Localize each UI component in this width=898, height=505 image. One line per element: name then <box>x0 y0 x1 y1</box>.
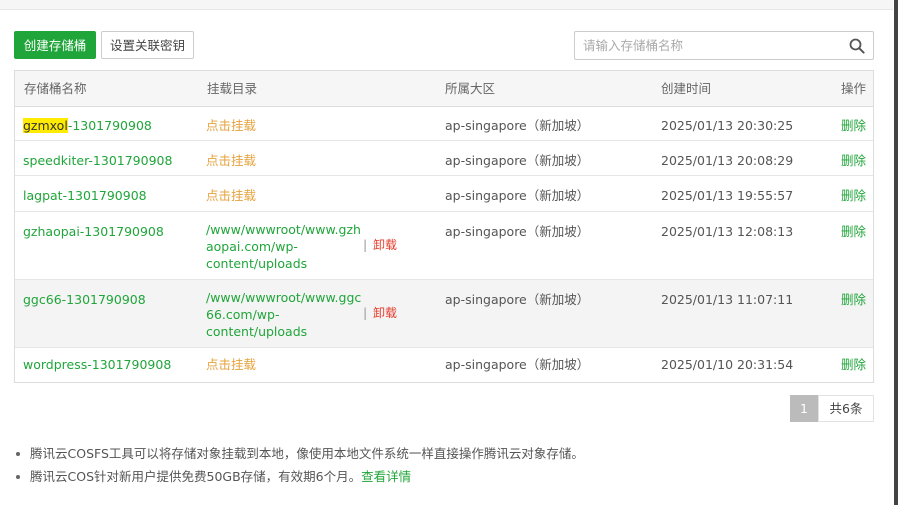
mount-path-line: aopai.com/wp- <box>206 239 298 254</box>
mount-path-line: /www/wwwroot/www.ggc <box>206 290 362 305</box>
bullet-icon <box>16 452 20 456</box>
mount-path: /www/wwwroot/www.ggc 66.com/wp- content/… <box>206 289 361 340</box>
bucket-name[interactable]: speedkiter-1301790908 <box>23 152 172 170</box>
table-row: speedkiter-1301790908 点击挂载 ap-singapore（… <box>15 141 873 176</box>
mount-link[interactable]: 点击挂载 <box>206 117 256 135</box>
table-header: 存储桶名称 挂载目录 所属大区 创建时间 操作 <box>15 71 873 107</box>
region-text: ap-singapore（新加坡） <box>445 118 590 133</box>
header-created: 创建时间 <box>661 81 712 96</box>
mount-path-line: content/uploads <box>206 324 308 339</box>
unmount-link[interactable]: 卸载 <box>373 304 397 322</box>
bucket-name[interactable]: wordpress-1301790908 <box>23 356 171 374</box>
bucket-name-suffix: -1301790908 <box>67 118 152 133</box>
created-time: 2025/01/13 20:30:25 <box>661 118 794 133</box>
region-text: ap-singapore（新加坡） <box>445 292 590 307</box>
mount-path-line: /www/wwwroot/www.gzh <box>206 222 361 237</box>
unmount-link[interactable]: 卸载 <box>373 236 397 254</box>
table-row: wordpress-1301790908 点击挂载 ap-singapore（新… <box>15 348 873 382</box>
search-box <box>574 31 874 60</box>
tip-item: 腾讯云COSFS工具可以将存储对象挂载到本地，像使用本地文件系统一样直接操作腾讯… <box>14 444 584 467</box>
delete-link[interactable]: 删除 <box>841 187 866 205</box>
mount-link[interactable]: 点击挂载 <box>206 187 256 205</box>
created-time: 2025/01/13 19:55:57 <box>661 188 794 203</box>
delete-link[interactable]: 删除 <box>841 356 866 374</box>
header-region: 所属大区 <box>445 81 496 96</box>
mount-link[interactable]: 点击挂载 <box>206 152 256 170</box>
bucket-name[interactable]: gzhaopai-1301790908 <box>23 223 164 241</box>
mount-path: /www/wwwroot/www.gzh aopai.com/wp- conte… <box>206 221 361 272</box>
table-row: gzhaopai-1301790908 /www/wwwroot/www.gzh… <box>15 212 873 280</box>
table-row: gzmxol-1301790908 点击挂载 ap-singapore（新加坡）… <box>15 106 873 141</box>
page-current[interactable]: 1 <box>790 395 818 422</box>
tips-list: 腾讯云COSFS工具可以将存储对象挂载到本地，像使用本地文件系统一样直接操作腾讯… <box>14 444 584 490</box>
created-time: 2025/01/10 20:31:54 <box>661 357 794 372</box>
bucket-name[interactable]: lagpat-1301790908 <box>23 187 147 205</box>
search-input[interactable] <box>575 32 840 59</box>
created-time: 2025/01/13 20:08:29 <box>661 153 794 168</box>
page-total: 共6条 <box>818 395 874 422</box>
search-icon[interactable] <box>849 38 865 54</box>
bullet-icon <box>16 475 20 479</box>
region-text: ap-singapore（新加坡） <box>445 224 590 239</box>
mount-link[interactable]: 点击挂载 <box>206 356 256 374</box>
delete-link[interactable]: 删除 <box>841 117 866 135</box>
tip-text: 腾讯云COSFS工具可以将存储对象挂载到本地，像使用本地文件系统一样直接操作腾讯… <box>30 446 584 461</box>
header-mount: 挂载目录 <box>207 81 258 96</box>
scrollbar[interactable] <box>894 0 898 505</box>
created-time: 2025/01/13 12:08:13 <box>661 224 794 239</box>
table-row: ggc66-1301790908 /www/wwwroot/www.ggc 66… <box>15 280 873 348</box>
created-time: 2025/01/13 11:07:11 <box>661 292 794 307</box>
top-bar <box>0 0 893 10</box>
tip-item: 腾讯云COS针对新用户提供免费50GB存储，有效期6个月。查看详情 <box>14 467 584 490</box>
delete-link[interactable]: 删除 <box>841 152 866 170</box>
delete-link[interactable]: 删除 <box>841 291 866 309</box>
mount-path-line: content/uploads <box>206 256 308 271</box>
create-bucket-button[interactable]: 创建存储桶 <box>14 31 96 59</box>
tip-text: 腾讯云COS针对新用户提供免费50GB存储，有效期6个月。 <box>30 469 362 484</box>
table-row: lagpat-1301790908 点击挂载 ap-singapore（新加坡）… <box>15 176 873 212</box>
bucket-table: 存储桶名称 挂载目录 所属大区 创建时间 操作 gzmxol-130179090… <box>14 70 874 383</box>
header-name: 存储桶名称 <box>24 81 87 96</box>
region-text: ap-singapore（新加坡） <box>445 153 590 168</box>
view-details-link[interactable]: 查看详情 <box>361 469 411 484</box>
region-text: ap-singapore（新加坡） <box>445 188 590 203</box>
mount-path-line: 66.com/wp- <box>206 307 280 322</box>
separator: | <box>363 305 368 320</box>
region-text: ap-singapore（新加坡） <box>445 357 590 372</box>
delete-link[interactable]: 删除 <box>841 223 866 241</box>
bucket-name[interactable]: gzmxol-1301790908 <box>23 117 152 135</box>
set-key-button[interactable]: 设置关联密钥 <box>101 31 194 59</box>
search-highlight: gzmxol <box>23 118 68 133</box>
bucket-name[interactable]: ggc66-1301790908 <box>23 291 146 309</box>
separator: | <box>363 237 368 252</box>
header-action: 操作 <box>841 81 867 96</box>
